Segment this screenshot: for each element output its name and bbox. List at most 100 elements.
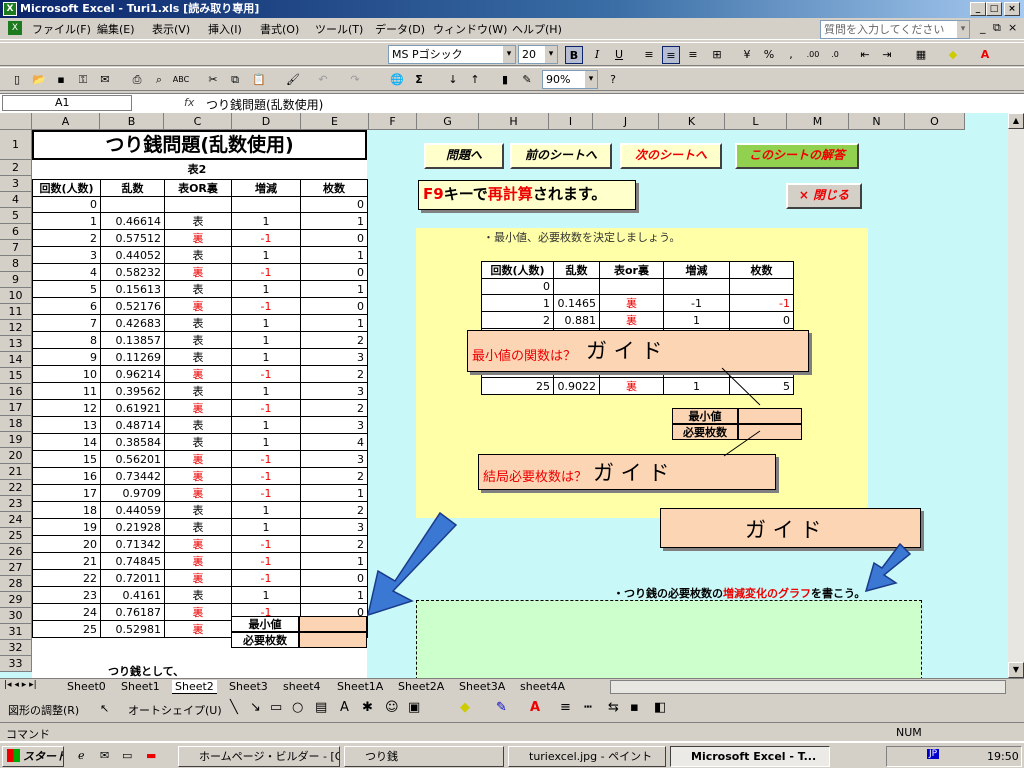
textbox-icon[interactable]: ▤ [315,700,327,715]
sheet-tab[interactable]: sheet4A [517,680,568,693]
paste-icon[interactable]: 📋 [250,71,268,89]
scroll-up-icon[interactable]: ▲ [1008,113,1024,129]
outlook-icon[interactable]: ✉ [100,749,109,762]
arrow-tool-icon[interactable]: ↘ [250,700,261,715]
fill-icon[interactable]: ◆ [460,700,470,715]
doc-icon[interactable]: X [8,21,22,35]
minimize-button[interactable]: _ [970,2,986,16]
decrease-indent-icon[interactable]: ⇤ [856,46,874,64]
ime-indicator[interactable]: JP [927,749,940,759]
merge-center-icon[interactable]: ⊞ [708,46,726,64]
wordart-icon[interactable]: A [340,700,349,715]
arrow-style-icon[interactable]: ⇆ [608,700,619,715]
fx-icon[interactable]: fx [184,96,194,109]
sheet-tab[interactable]: Sheet2 [172,680,217,694]
redo-icon[interactable]: ↷ [346,71,364,89]
picture-icon[interactable]: ▣ [408,700,420,715]
zoom-select[interactable]: 90% [542,70,598,89]
sort-asc-icon[interactable]: ↓ [444,71,462,89]
quicklaunch-icon[interactable]: ▬ [146,749,156,762]
close-button[interactable]: × [1004,2,1020,16]
oval-icon[interactable]: ○ [292,700,303,715]
dash-style-icon[interactable]: ┅ [584,700,592,715]
font-select[interactable]: MS Pゴシック [388,45,516,64]
undo-icon[interactable]: ↶ [314,71,332,89]
doc-close-button[interactable]: × [1008,21,1017,34]
percent-icon[interactable]: % [760,46,778,64]
line-style-icon[interactable]: ≡ [560,700,571,715]
doc-restore-button[interactable]: ⧉ [993,21,1001,35]
sheet-tab[interactable]: Sheet2A [395,680,447,693]
preview-icon[interactable]: ⌕ [150,71,168,89]
ie-icon[interactable]: ℯ [78,749,85,762]
scroll-down-icon[interactable]: ▼ [1008,662,1024,678]
menu-help[interactable]: ヘルプ(H) [512,21,562,37]
menu-tools[interactable]: ツール(T) [315,21,363,37]
font-color-icon[interactable]: A [976,46,994,64]
menu-window[interactable]: ウィンドウ(W) [433,21,507,37]
horizontal-scrollbar[interactable] [610,680,1006,694]
task-folder[interactable]: つり銭 [344,746,504,767]
permission-icon[interactable]: ⚿ [74,71,92,89]
line-color-icon[interactable]: ✎ [496,700,507,715]
new-icon[interactable]: ▯ [8,71,26,89]
align-center-icon[interactable]: ≡ [662,46,680,64]
tab-nav-icon[interactable]: |◂ ◂ ▸ ▸| [4,680,37,690]
email-icon[interactable]: ✉ [96,71,114,89]
chart-wizard-icon[interactable]: ▮ [496,71,514,89]
3d-icon[interactable]: ◧ [654,700,666,715]
select-pointer-icon[interactable]: ↖ [100,702,109,715]
underline-button[interactable]: U [610,46,628,64]
sheet-tab[interactable]: Sheet1 [118,680,163,693]
menu-file[interactable]: ファイル(F) [32,21,91,37]
sheet-tab[interactable]: sheet4 [280,680,324,693]
task-excel[interactable]: Microsoft Excel - T... [670,746,830,767]
sheet-tab[interactable]: Sheet0 [64,680,109,693]
italic-button[interactable]: I [588,46,606,64]
rectangle-icon[interactable]: ▭ [270,700,282,715]
graph-area[interactable] [416,600,922,678]
sheet-tab[interactable]: Sheet1A [334,680,386,693]
maximize-button[interactable]: □ [986,2,1002,16]
fill-color-icon[interactable]: ◆ [944,46,962,64]
adjust-menu[interactable]: 図形の調整(R) [8,702,79,718]
decrease-decimal-icon[interactable]: .0 [826,46,844,64]
bold-button[interactable]: B [565,46,583,64]
desktop-icon[interactable]: ▭ [122,749,132,762]
help-icon[interactable]: ? [604,71,622,89]
font-color-draw-icon[interactable]: A [530,700,540,715]
borders-icon[interactable]: ▦ [912,46,930,64]
drawing-icon[interactable]: ✎ [518,71,536,89]
shadow-icon[interactable]: ▪ [630,700,639,715]
increase-decimal-icon[interactable]: .00 [804,46,822,64]
line-icon[interactable]: ╲ [230,700,238,715]
save-icon[interactable]: ▪ [52,71,70,89]
cut-icon[interactable]: ✂ [204,71,222,89]
spell-icon[interactable]: ABC [172,71,190,89]
increase-indent-icon[interactable]: ⇥ [878,46,896,64]
name-box[interactable]: A1 [2,95,132,111]
sheet-tab[interactable]: Sheet3A [456,680,508,693]
menu-edit[interactable]: 編集(E) [97,21,135,37]
currency-icon[interactable]: ¥ [738,46,756,64]
comma-icon[interactable]: , [782,46,800,64]
font-size-select[interactable]: 20 [518,45,558,64]
sheet-tab[interactable]: Sheet3 [226,680,271,693]
autoshape-menu[interactable]: オートシェイプ(U) [128,702,222,718]
diagram-icon[interactable]: ✱ [362,700,373,715]
vertical-scrollbar[interactable]: ▲ ▼ [1008,113,1024,678]
open-icon[interactable]: 📂 [30,71,48,89]
task-paint[interactable]: turiexcel.jpg - ペイント [508,746,666,767]
menu-format[interactable]: 書式(O) [260,21,299,37]
clipart-icon[interactable]: ☺ [385,700,399,715]
doc-min-button[interactable]: _ [980,21,986,34]
align-right-icon[interactable]: ≡ [684,46,702,64]
hyperlink-icon[interactable]: 🌐 [388,71,406,89]
help-search-input[interactable]: 質問を入力してください [820,20,970,39]
align-left-icon[interactable]: ≡ [640,46,658,64]
sort-desc-icon[interactable]: ↑ [466,71,484,89]
menu-insert[interactable]: 挿入(I) [208,21,242,37]
start-button[interactable]: スタート [2,746,64,767]
menu-view[interactable]: 表示(V) [152,21,190,37]
autosum-icon[interactable]: Σ [410,71,428,89]
